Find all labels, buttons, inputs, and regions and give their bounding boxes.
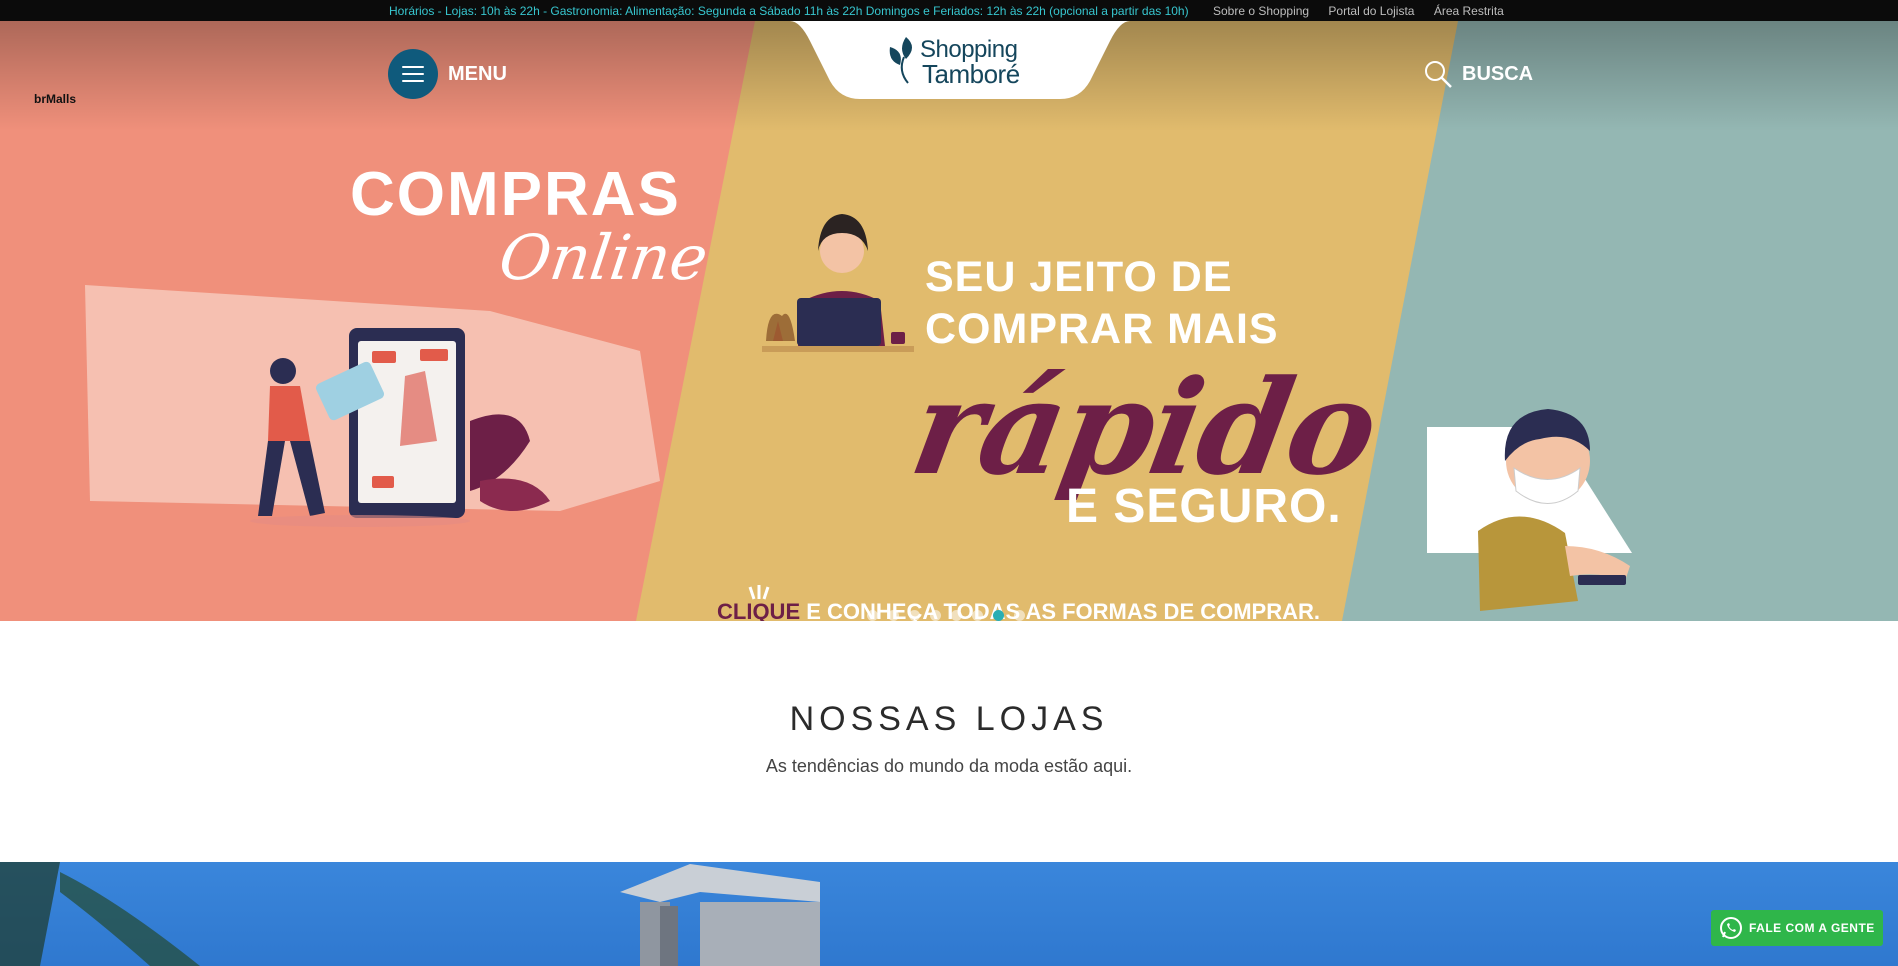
slider-dot[interactable] (888, 610, 899, 621)
whatsapp-icon (1720, 917, 1742, 939)
menu-button[interactable] (388, 49, 438, 99)
search-icon[interactable] (1424, 60, 1454, 90)
hamburger-line (402, 80, 424, 82)
whatsapp-label: FALE COM A GENTE (1749, 921, 1875, 935)
link-sobre-o-shopping[interactable]: Sobre o Shopping (1213, 4, 1309, 18)
brmalls-brand[interactable]: brMalls (34, 92, 76, 106)
shopping-tambore-logo[interactable]: Shopping Tamboré (920, 37, 1020, 87)
opening-hours-text: Horários - Lojas: 10h às 22h - Gastronom… (389, 4, 1189, 18)
whatsapp-button[interactable]: FALE COM A GENTE (1711, 910, 1883, 946)
mall-building-image (0, 862, 1898, 966)
seu-jeito-line2: COMPRAR MAIS (925, 305, 1279, 353)
top-info-bar: Horários - Lojas: 10h às 22h - Gastronom… (0, 0, 1898, 21)
slider-dot[interactable] (972, 610, 983, 621)
slider-dot[interactable] (930, 610, 941, 621)
slider-dot[interactable] (909, 610, 920, 621)
link-area-restrita[interactable]: Área Restrita (1434, 4, 1504, 18)
clique-word: CLIQUE (717, 599, 801, 621)
slider-dot[interactable] (951, 610, 962, 621)
compras-heading: COMPRAS (350, 160, 681, 229)
hamburger-line (402, 73, 424, 75)
section-subtitle: As tendências do mundo da moda estão aqu… (765, 756, 1133, 776)
building-photo (0, 862, 820, 966)
hamburger-line (402, 66, 424, 68)
slider-dots (867, 610, 1025, 621)
search-label[interactable]: BUSCA (1462, 63, 1533, 86)
online-script: Online (494, 221, 713, 294)
menu-label[interactable]: MENU (448, 63, 507, 86)
top-links: Sobre o Shopping Portal do Lojista Área … (1213, 4, 1520, 18)
leaf-logo-icon (889, 37, 912, 84)
slider-dot[interactable] (1014, 610, 1025, 621)
slider-dot[interactable] (867, 610, 878, 621)
section-title: NOSSAS LOJAS (789, 700, 1109, 738)
slider-dot-active[interactable] (993, 610, 1004, 621)
hero-banner[interactable]: COMPRAS Online SEU JEITO DE COMPRAR MAIS… (0, 21, 1898, 621)
seu-jeito-heading: SEU JEITO DE COMPRAR MAIS (925, 251, 1279, 355)
seu-jeito-line1: SEU JEITO DE (925, 253, 1233, 301)
e-seguro-heading: E SEGURO. (1066, 480, 1342, 533)
logo-line2: Tamboré (922, 59, 1020, 89)
link-portal-do-lojista[interactable]: Portal do Lojista (1328, 4, 1414, 18)
